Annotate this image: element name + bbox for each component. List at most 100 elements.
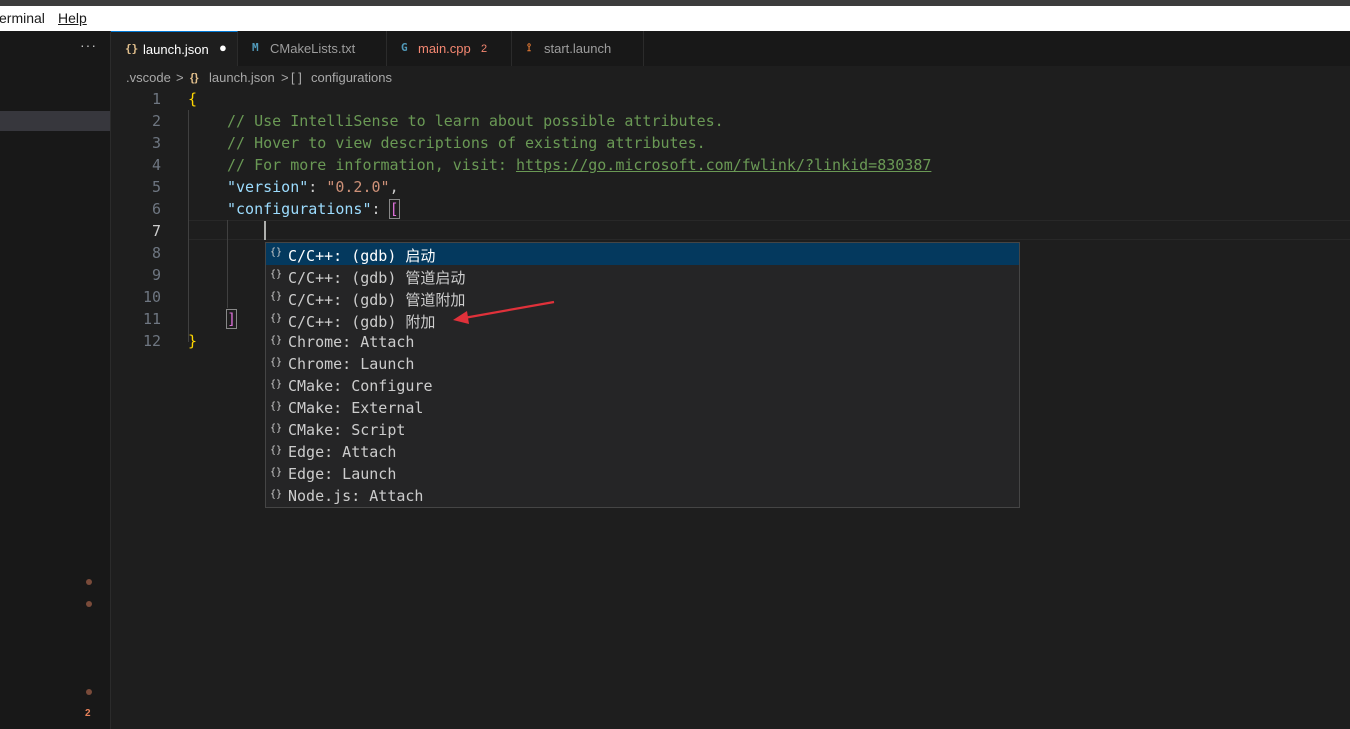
unsaved-dot-icon[interactable]: ●: [219, 40, 227, 55]
line-number: 4: [151, 156, 161, 174]
snippet-icon: {}: [270, 335, 283, 346]
chevron-right-icon: >: [281, 70, 289, 85]
snippet-icon: {}: [270, 291, 283, 302]
snippet-icon: {}: [270, 313, 283, 324]
line-number: 11: [142, 310, 161, 328]
suggestion-label: CMake: Script: [288, 421, 406, 439]
suggestion-label: CMake: Configure: [288, 377, 433, 395]
json-colon: :: [308, 178, 327, 196]
arrow-shaft: [463, 300, 555, 320]
suggestion-label: Chrome: Attach: [288, 333, 415, 351]
breadcrumb: .vscode > {} launch.json > [ ] configura…: [111, 66, 1350, 88]
editor-tab-bar: {} launch.json ● M CMakeLists.txt G main…: [111, 31, 1350, 66]
suggestion-item[interactable]: {} C/C++: (gdb) 管道附加: [266, 287, 1019, 309]
json-close-bracket: ]: [225, 309, 238, 329]
breadcrumb-symbol[interactable]: configurations: [311, 70, 392, 85]
snippet-icon: {}: [270, 467, 283, 478]
menu-help[interactable]: Help: [58, 10, 87, 26]
suggestion-item[interactable]: {} CMake: External: [266, 397, 1019, 419]
line-number: 8: [151, 244, 161, 262]
snippet-icon: {}: [270, 489, 283, 500]
snippet-icon: {}: [270, 357, 283, 368]
menu-bar: erminal Help: [0, 6, 1350, 31]
fwlink-url[interactable]: https://go.microsoft.com/fwlink/?linkid=…: [516, 156, 931, 174]
suggestion-label: C/C++: (gdb) 启动: [288, 247, 436, 265]
menu-terminal[interactable]: erminal: [0, 10, 45, 26]
chevron-right-icon: >: [176, 70, 184, 85]
array-symbol-icon: [ ]: [291, 70, 302, 85]
text-cursor: [264, 221, 266, 240]
line-number: 9: [151, 266, 161, 284]
suggestion-item[interactable]: {} Node.js: Attach: [266, 485, 1019, 507]
json-open-brace: {: [188, 90, 198, 108]
suggestion-item[interactable]: {} Edge: Launch: [266, 463, 1019, 485]
tab-cmakelists[interactable]: M CMakeLists.txt: [238, 31, 387, 66]
suggestion-label: C/C++: (gdb) 附加: [288, 313, 436, 331]
modified-dot-icon: [86, 579, 92, 585]
modified-dot-icon: [86, 601, 92, 607]
current-line-highlight: [188, 220, 1350, 240]
json-key: "version": [227, 178, 309, 196]
line-number: 12: [142, 332, 161, 350]
line-number: 5: [151, 178, 161, 196]
problems-count-badge: 2: [85, 708, 91, 719]
breadcrumb-file[interactable]: launch.json: [209, 70, 275, 85]
json-string: "0.2.0": [326, 178, 390, 196]
comment-line: // Use IntelliSense to learn about possi…: [227, 112, 724, 130]
cmake-file-icon: M: [252, 41, 259, 54]
snippet-icon: {}: [270, 247, 283, 258]
suggestion-widget: {} C/C++: (gdb) 启动 {} C/C++: (gdb) 管道启动 {}…: [265, 242, 1020, 508]
tab-label: launch.json: [143, 42, 209, 57]
line-number: 10: [142, 288, 161, 306]
snippet-icon: {}: [270, 401, 283, 412]
suggestion-item[interactable]: {} C/C++: (gdb) 启动: [266, 243, 1019, 265]
configurations-line: "configurations": [: [227, 199, 400, 219]
suggestion-item[interactable]: {} Chrome: Launch: [266, 353, 1019, 375]
suggestion-item[interactable]: {} Edge: Attach: [266, 441, 1019, 463]
json-file-icon: {}: [190, 72, 199, 84]
tab-problem-count: 2: [481, 43, 488, 55]
comment-line: // Hover to view descriptions of existin…: [227, 134, 706, 152]
suggestion-item[interactable]: {} CMake: Configure: [266, 375, 1019, 397]
suggestion-item[interactable]: {} Chrome: Attach: [266, 331, 1019, 353]
modified-dot-icon: [86, 689, 92, 695]
line-number: 3: [151, 134, 161, 152]
suggestion-label: Edge: Attach: [288, 443, 397, 461]
line-number-current: 7: [151, 222, 161, 240]
suggestion-label: Edge: Launch: [288, 465, 397, 483]
suggestion-label: CMake: External: [288, 399, 424, 417]
snippet-icon: {}: [270, 379, 283, 390]
tab-start-launch[interactable]: ⟟ start.launch: [511, 31, 644, 66]
explorer-sidebar: ··· 2: [0, 31, 111, 729]
json-colon: :: [371, 200, 390, 218]
suggestion-label: C/C++: (gdb) 管道启动: [288, 269, 466, 287]
tab-label: main.cpp: [418, 41, 471, 56]
more-actions-icon[interactable]: ···: [80, 37, 97, 53]
explorer-selected-item[interactable]: [0, 111, 110, 131]
json-open-bracket: [: [388, 199, 400, 219]
annotation-arrow-icon: [453, 300, 555, 324]
suggestion-item[interactable]: {} C/C++: (gdb) 附加: [266, 309, 1019, 331]
suggestion-label: C/C++: (gdb) 管道附加: [288, 291, 466, 309]
suggestion-label: Node.js: Attach: [288, 487, 424, 505]
snippet-icon: {}: [270, 269, 283, 280]
tab-main-cpp[interactable]: G main.cpp 2: [386, 31, 512, 66]
tab-label: CMakeLists.txt: [270, 41, 356, 56]
arrow-head: [453, 311, 469, 324]
suggestion-item[interactable]: {} CMake: Script: [266, 419, 1019, 441]
version-line: "version": "0.2.0",: [227, 178, 399, 196]
suggestion-label: Chrome: Launch: [288, 355, 415, 373]
snippet-icon: {}: [270, 445, 283, 456]
cpp-file-icon: G: [401, 41, 408, 54]
rss-file-icon: ⟟: [527, 41, 532, 54]
indent-guide: [227, 220, 228, 308]
snippet-icon: {}: [270, 423, 283, 434]
line-number: 1: [151, 90, 161, 108]
line-number: 2: [151, 112, 161, 130]
json-key: "configurations": [227, 200, 372, 218]
tab-launch-json[interactable]: {} launch.json ●: [111, 31, 238, 66]
comment-line: // For more information, visit: https://…: [227, 156, 931, 174]
tab-label: start.launch: [544, 41, 612, 56]
breadcrumb-folder[interactable]: .vscode: [126, 70, 171, 85]
suggestion-item[interactable]: {} C/C++: (gdb) 管道启动: [266, 265, 1019, 287]
